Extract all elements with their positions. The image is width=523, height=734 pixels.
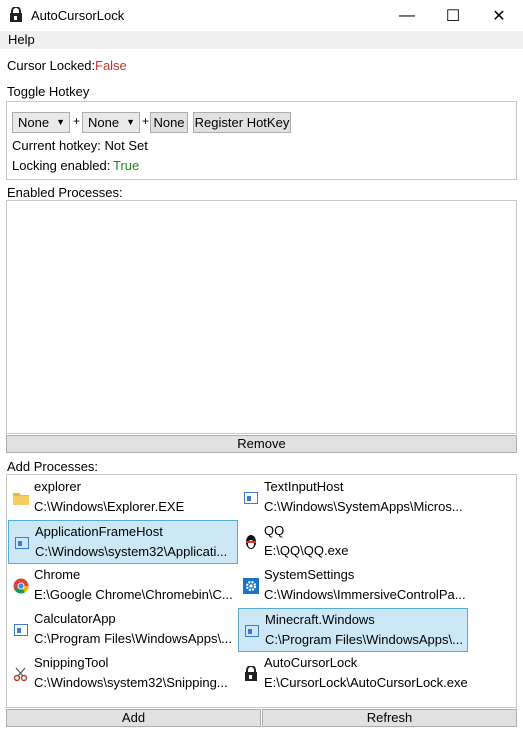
close-button[interactable]: ✕ (476, 0, 522, 31)
process-name: SnippingTool (34, 655, 109, 670)
chrome-icon (13, 578, 29, 594)
process-path: C:\Windows\SystemApps\Micros... (264, 499, 463, 514)
process-name: AutoCursorLock (264, 655, 358, 670)
modifier2-value: None (88, 115, 120, 130)
process-path: C:\Windows\system32\Snipping... (34, 675, 228, 690)
menu-help[interactable]: Help (8, 32, 35, 47)
cursor-locked-value: False (95, 58, 127, 73)
maximize-button[interactable]: ☐ (430, 0, 476, 31)
process-item-calculatorapp[interactable]: CalculatorApp C:\Program Files\WindowsAp… (8, 608, 238, 652)
plus-sign: + (142, 114, 150, 128)
process-path: C:\Windows\Explorer.EXE (34, 499, 185, 514)
minimize-button[interactable]: — (384, 0, 430, 31)
remove-button[interactable]: Remove (6, 435, 517, 453)
add-button[interactable]: Add (6, 709, 261, 727)
register-hotkey-button[interactable]: Register HotKey (193, 112, 291, 133)
process-item-minecraft[interactable]: Minecraft.Windows C:\Program Files\Windo… (238, 608, 468, 652)
gear-icon (243, 578, 259, 594)
window-icon (243, 490, 259, 506)
process-name: TextInputHost (264, 479, 344, 494)
locking-enabled-value: True (113, 158, 140, 173)
process-name: Minecraft.Windows (265, 612, 375, 627)
process-name: Chrome (34, 567, 81, 582)
penguin-icon (243, 534, 259, 550)
add-processes-label: Add Processes: (7, 459, 99, 474)
process-path: C:\Windows\ImmersiveControlPa... (264, 587, 466, 602)
process-name: QQ (264, 523, 285, 538)
add-processes-list[interactable]: explorer C:\Windows\Explorer.EXE TextInp… (6, 474, 517, 708)
process-item-systemsettings[interactable]: SystemSettings C:\Windows\ImmersiveContr… (238, 564, 468, 608)
plus-sign: + (73, 114, 81, 128)
process-item-snippingtool[interactable]: SnippingTool C:\Windows\system32\Snippin… (8, 652, 238, 696)
current-hotkey-text: Current hotkey: Not Set (12, 138, 148, 153)
menu-bar: Help (0, 31, 523, 49)
enabled-processes-list[interactable] (6, 200, 517, 434)
window-icon (14, 535, 30, 551)
modifier2-select[interactable]: None ▼ (82, 112, 140, 133)
process-item-chrome[interactable]: Chrome E:\Google Chrome\Chromebin\C... (8, 564, 238, 608)
process-name: SystemSettings (264, 567, 355, 582)
window-icon (13, 622, 29, 638)
locking-enabled-label: Locking enabled: (12, 158, 111, 173)
window-icon (244, 623, 260, 639)
key-button[interactable]: None (150, 112, 188, 133)
chevron-down-icon: ▼ (56, 117, 65, 127)
toggle-hotkey-label: Toggle Hotkey (7, 84, 90, 99)
process-path: C:\Program Files\WindowsApps\... (34, 631, 232, 646)
process-item-qq[interactable]: QQ E:\QQ\QQ.exe (238, 520, 468, 564)
cursor-locked-label: Cursor Locked: (7, 58, 96, 73)
process-item-textinputhost[interactable]: TextInputHost C:\Windows\SystemApps\Micr… (238, 476, 468, 520)
process-item-explorer[interactable]: explorer C:\Windows\Explorer.EXE (8, 476, 238, 520)
process-path: E:\QQ\QQ.exe (264, 543, 349, 558)
process-path: E:\Google Chrome\Chromebin\C... (34, 587, 233, 602)
folder-icon (13, 490, 29, 506)
process-name: CalculatorApp (34, 611, 116, 626)
process-name: ApplicationFrameHost (35, 524, 163, 539)
process-path: C:\Program Files\WindowsApps\... (265, 632, 463, 647)
modifier1-value: None (18, 115, 50, 130)
process-path: C:\Windows\system32\Applicati... (35, 544, 228, 559)
process-item-applicationframehost[interactable]: ApplicationFrameHost C:\Windows\system32… (8, 520, 238, 564)
title-bar: AutoCursorLock — ☐ ✕ (0, 0, 523, 31)
process-path: E:\CursorLock\AutoCursorLock.exe (264, 675, 467, 690)
window-title: AutoCursorLock (31, 8, 125, 23)
snipping-icon (13, 666, 29, 682)
process-name: explorer (34, 479, 81, 494)
lock-icon (10, 7, 22, 22)
chevron-down-icon: ▼ (126, 117, 135, 127)
enabled-processes-label: Enabled Processes: (7, 185, 123, 200)
lock-icon (243, 666, 259, 682)
process-item-autocursorlock[interactable]: AutoCursorLock E:\CursorLock\AutoCursorL… (238, 652, 468, 696)
modifier1-select[interactable]: None ▼ (12, 112, 70, 133)
refresh-button[interactable]: Refresh (262, 709, 517, 727)
